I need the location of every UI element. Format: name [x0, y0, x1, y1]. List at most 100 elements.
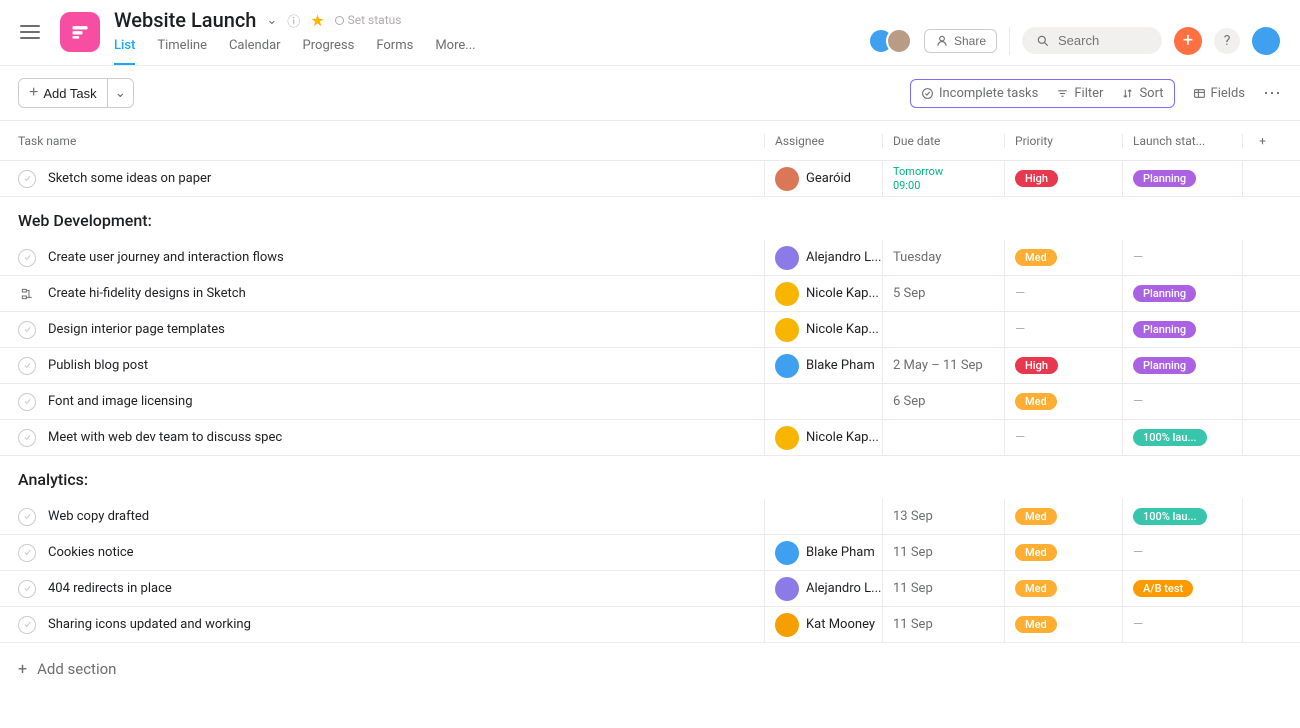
task-name[interactable]: Cookies notice [48, 545, 764, 560]
task-name[interactable]: Publish blog post [48, 358, 764, 373]
due-date-cell[interactable]: 11 Sep [882, 607, 1004, 642]
star-icon[interactable]: ★ [310, 11, 324, 30]
assignee-cell[interactable]: Nicole Kap... [764, 276, 882, 311]
due-date-cell[interactable] [882, 312, 1004, 347]
complete-task-icon[interactable] [18, 357, 36, 375]
launch-cell[interactable]: — [1122, 607, 1242, 642]
priority-cell[interactable]: High [1004, 161, 1122, 196]
launch-cell[interactable]: 100% lau... [1122, 420, 1242, 455]
global-add-button[interactable]: + [1174, 27, 1202, 55]
launch-cell[interactable]: 100% lau... [1122, 499, 1242, 534]
due-date-cell[interactable]: 11 Sep [882, 535, 1004, 570]
column-assignee[interactable]: Assignee [764, 134, 882, 148]
due-date-cell[interactable]: 2 May – 11 Sep [882, 348, 1004, 383]
sort-button[interactable]: Sort [1121, 86, 1163, 101]
chevron-down-icon[interactable]: ⌄ [266, 13, 277, 28]
current-user-avatar[interactable] [1252, 27, 1280, 55]
due-date-cell[interactable]: Tuesday [882, 240, 1004, 275]
due-date-cell[interactable]: 5 Sep [882, 276, 1004, 311]
task-name[interactable]: Design interior page templates [48, 322, 764, 337]
tab-progress[interactable]: Progress [303, 38, 355, 65]
filter-button[interactable]: Filter [1056, 86, 1103, 101]
due-date-cell[interactable]: Tomorrow09:00 [882, 161, 1004, 196]
info-icon[interactable]: ⓘ [287, 11, 300, 30]
complete-task-icon[interactable] [18, 580, 36, 598]
column-task-name[interactable]: Task name [18, 134, 764, 148]
launch-cell[interactable]: — [1122, 240, 1242, 275]
tab-calendar[interactable]: Calendar [229, 38, 281, 65]
task-row[interactable]: Meet with web dev team to discuss specNi… [0, 420, 1300, 456]
task-name[interactable]: Font and image licensing [48, 394, 764, 409]
search-input[interactable] [1058, 33, 1148, 48]
hamburger-menu-icon[interactable] [20, 20, 44, 44]
column-due-date[interactable]: Due date [882, 134, 1004, 148]
complete-task-icon[interactable] [18, 393, 36, 411]
assignee-cell[interactable] [764, 499, 882, 534]
assignee-cell[interactable]: Blake Pham [764, 348, 882, 383]
add-column-button[interactable]: + [1242, 134, 1282, 148]
assignee-cell[interactable]: Alejandro L... [764, 240, 882, 275]
priority-cell[interactable]: Med [1004, 384, 1122, 419]
search-box[interactable] [1022, 27, 1162, 54]
priority-cell[interactable]: — [1004, 312, 1122, 347]
launch-cell[interactable]: Planning [1122, 161, 1242, 196]
tab-more[interactable]: More... [435, 38, 475, 65]
tab-timeline[interactable]: Timeline [157, 38, 207, 65]
tab-forms[interactable]: Forms [376, 38, 413, 65]
task-row[interactable]: Create user journey and interaction flow… [0, 240, 1300, 276]
priority-cell[interactable]: Med [1004, 240, 1122, 275]
launch-cell[interactable]: Planning [1122, 312, 1242, 347]
add-task-button[interactable]: +Add Task [18, 78, 108, 108]
task-name[interactable]: Sharing icons updated and working [48, 617, 764, 632]
task-row[interactable]: Web copy drafted13 SepMed100% lau... [0, 499, 1300, 535]
task-row[interactable]: Cookies noticeBlake Pham11 SepMed— [0, 535, 1300, 571]
task-row[interactable]: 404 redirects in placeAlejandro L...11 S… [0, 571, 1300, 607]
complete-task-icon[interactable] [18, 321, 36, 339]
assignee-cell[interactable]: Nicole Kap... [764, 420, 882, 455]
task-name[interactable]: Create hi-fidelity designs in Sketch [48, 286, 764, 301]
assignee-cell[interactable]: Blake Pham [764, 535, 882, 570]
help-button[interactable]: ? [1214, 28, 1240, 54]
complete-task-icon[interactable] [18, 544, 36, 562]
launch-cell[interactable]: Planning [1122, 348, 1242, 383]
priority-cell[interactable]: Med [1004, 499, 1122, 534]
section-title[interactable]: Analytics: [0, 456, 1300, 499]
launch-cell[interactable]: — [1122, 535, 1242, 570]
tab-list[interactable]: List [114, 38, 135, 65]
section-title[interactable]: Web Development: [0, 197, 1300, 240]
priority-cell[interactable]: Med [1004, 571, 1122, 606]
fields-button[interactable]: Fields [1193, 86, 1245, 101]
task-row[interactable]: Publish blog postBlake Pham2 May – 11 Se… [0, 348, 1300, 384]
launch-cell[interactable]: — [1122, 384, 1242, 419]
complete-task-icon[interactable] [18, 616, 36, 634]
task-row[interactable]: Sharing icons updated and workingKat Moo… [0, 607, 1300, 643]
assignee-cell[interactable]: Kat Mooney [764, 607, 882, 642]
assignee-cell[interactable]: Alejandro L... [764, 571, 882, 606]
add-task-dropdown[interactable]: ⌄ [108, 78, 134, 108]
priority-cell[interactable]: — [1004, 276, 1122, 311]
due-date-cell[interactable] [882, 420, 1004, 455]
incomplete-tasks-filter[interactable]: Incomplete tasks [921, 86, 1038, 101]
due-date-cell[interactable]: 6 Sep [882, 384, 1004, 419]
complete-task-icon[interactable] [18, 170, 36, 188]
task-name[interactable]: Meet with web dev team to discuss spec [48, 430, 764, 445]
task-name[interactable]: Web copy drafted [48, 509, 764, 524]
launch-cell[interactable]: Planning [1122, 276, 1242, 311]
complete-task-icon[interactable] [18, 429, 36, 447]
complete-task-icon[interactable] [18, 249, 36, 267]
task-row[interactable]: Font and image licensing 6 SepMed— [0, 384, 1300, 420]
priority-cell[interactable]: Med [1004, 535, 1122, 570]
add-section-button[interactable]: +Add section [0, 643, 1300, 694]
complete-task-icon[interactable] [18, 508, 36, 526]
subtask-icon[interactable] [18, 285, 36, 303]
member-avatars[interactable] [868, 28, 912, 54]
task-row[interactable]: Create hi-fidelity designs in SketchNico… [0, 276, 1300, 312]
share-button[interactable]: Share [924, 29, 997, 53]
due-date-cell[interactable]: 11 Sep [882, 571, 1004, 606]
task-name[interactable]: 404 redirects in place [48, 581, 764, 596]
assignee-cell[interactable]: Gearóid [764, 161, 882, 196]
task-row[interactable]: Design interior page templatesNicole Kap… [0, 312, 1300, 348]
more-options-button[interactable]: ⋯ [1263, 83, 1282, 104]
set-status-button[interactable]: Set status [335, 13, 402, 27]
task-name[interactable]: Sketch some ideas on paper [48, 171, 764, 186]
